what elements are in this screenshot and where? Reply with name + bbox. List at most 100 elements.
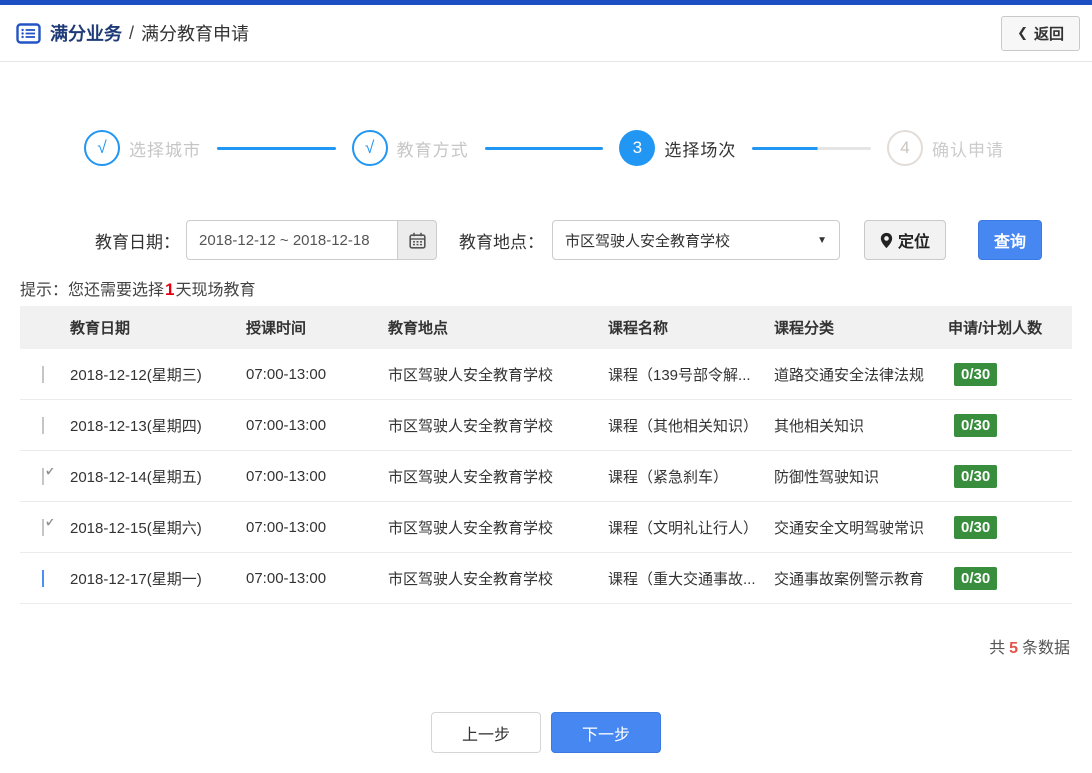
row-date: 2018-12-15(星期六) — [70, 519, 202, 537]
caret-down-icon: ▼ — [817, 234, 827, 246]
col-header-course: 课程名称 — [608, 320, 669, 337]
col-header-date: 教育日期 — [70, 320, 131, 337]
calendar-icon[interactable] — [397, 220, 437, 260]
col-header-location: 教育地点 — [388, 320, 449, 337]
row-date: 2018-12-13(星期四) — [70, 417, 202, 435]
step-3-label: 选择场次 — [664, 140, 737, 160]
previous-step-button[interactable]: 上一步 — [431, 712, 541, 753]
step-connector-2 — [484, 146, 604, 150]
row-date: 2018-12-17(星期一) — [70, 570, 202, 588]
row-category: 交通事故案例警示教育 — [774, 570, 925, 588]
row-category: 防御性驾驶知识 — [774, 468, 880, 486]
step-connector-1 — [217, 146, 336, 150]
col-header-category: 课程分类 — [774, 320, 835, 337]
stepper: √ 选择城市 √ 教育方式 3 选择场次 4 确认申请 — [84, 130, 1004, 166]
check-icon: ✓ — [44, 518, 59, 531]
hint-prefix: 提示：您还需要选择 — [20, 282, 165, 299]
table-header-row: 教育日期 授课时间 教育地点 课程名称 课程分类 申请/计划人数 — [20, 306, 1072, 349]
row-checkbox[interactable]: ✓ — [42, 518, 58, 536]
row-location: 市区驾驶人安全教育学校 — [388, 519, 554, 537]
row-location: 市区驾驶人安全教育学校 — [388, 570, 554, 588]
step-confirm-application: 4 确认申请 — [887, 130, 1004, 166]
row-category: 交通安全文明驾驶常识 — [774, 519, 925, 537]
hint-suffix: 天现场教育 — [175, 282, 256, 299]
step-4-circle: 4 — [887, 130, 924, 166]
table-row[interactable]: ✓ 2018-12-12(星期三) 07:00-13:00 市区驾驶人安全教育学… — [20, 349, 1072, 400]
capacity-badge: 0/30 — [954, 566, 998, 590]
back-button-label: 返回 — [1033, 25, 1064, 43]
table-row[interactable]: ✓ 2018-12-14(星期五) 07:00-13:00 市区驾驶人安全教育学… — [20, 451, 1072, 502]
table-row[interactable]: ✓ 2018-12-17(星期一) 07:00-13:00 市区驾驶人安全教育学… — [20, 553, 1072, 604]
locate-button[interactable]: 定位 — [864, 220, 947, 260]
record-count-prefix: 共 — [989, 640, 1006, 657]
col-header-time: 授课时间 — [246, 320, 307, 337]
row-location: 市区驾驶人安全教育学校 — [388, 366, 554, 384]
row-time: 07:00-13:00 — [246, 365, 327, 383]
step-1-circle: √ — [84, 130, 120, 166]
row-course: 课程（其他相关知识） — [608, 417, 759, 435]
step-4-label: 确认申请 — [932, 140, 1005, 160]
breadcrumb-separator: / — [129, 22, 135, 43]
date-range-group — [186, 220, 437, 260]
step-3-circle: 3 — [619, 130, 656, 166]
row-checkbox[interactable]: ✓ — [42, 569, 44, 587]
check-icon: ✓ — [44, 467, 59, 480]
education-location-label: 教育地点： — [459, 232, 544, 252]
row-location: 市区驾驶人安全教育学校 — [388, 417, 554, 435]
step-select-session: 3 选择场次 — [619, 130, 736, 166]
table-row[interactable]: ✓ 2018-12-15(星期六) 07:00-13:00 市区驾驶人安全教育学… — [20, 502, 1072, 553]
row-time: 07:00-13:00 — [246, 467, 327, 485]
header: 满分业务 / 满分教育申请 ❮ 返回 — [0, 5, 1092, 62]
education-date-label: 教育日期： — [95, 232, 180, 252]
breadcrumb-current: 满分教育申请 — [141, 24, 250, 44]
record-count-number: 5 — [1009, 640, 1018, 657]
step-connector-3 — [752, 146, 872, 150]
list-icon — [16, 22, 41, 44]
location-select[interactable]: 市区驾驶人安全教育学校 ▼ — [552, 220, 840, 260]
chevron-left-icon: ❮ — [1017, 25, 1028, 40]
record-count-suffix: 条数据 — [1021, 640, 1070, 657]
row-checkbox[interactable]: ✓ — [42, 416, 44, 434]
locate-button-label: 定位 — [898, 234, 931, 251]
hint-days-remaining: 1 — [165, 280, 175, 299]
step-2-circle: √ — [351, 130, 388, 166]
search-button[interactable]: 查询 — [978, 220, 1043, 260]
breadcrumb-root[interactable]: 满分业务 — [50, 20, 122, 46]
row-checkbox[interactable]: ✓ — [42, 467, 58, 485]
capacity-badge: 0/30 — [954, 413, 998, 437]
col-header-count: 申请/计划人数 — [948, 320, 1043, 337]
session-table: 教育日期 授课时间 教育地点 课程名称 课程分类 申请/计划人数 ✓ 2018-… — [20, 306, 1072, 604]
row-checkbox[interactable]: ✓ — [42, 365, 44, 383]
map-pin-icon — [880, 232, 893, 248]
capacity-badge: 0/30 — [954, 464, 998, 488]
step-2-label: 教育方式 — [396, 140, 469, 160]
row-time: 07:00-13:00 — [246, 569, 327, 587]
record-count: 共 5 条数据 — [0, 634, 1070, 658]
location-select-value: 市区驾驶人安全教育学校 — [565, 232, 731, 250]
row-category: 其他相关知识 — [774, 417, 865, 435]
row-course: 课程（139号部令解... — [608, 366, 751, 384]
table-row[interactable]: ✓ 2018-12-13(星期四) 07:00-13:00 市区驾驶人安全教育学… — [20, 400, 1072, 451]
row-time: 07:00-13:00 — [246, 416, 327, 434]
filter-bar: 教育日期： 教育地点： 市区驾驶人安全教育学校 — [95, 220, 1092, 260]
page: 满分业务 / 满分教育申请 ❮ 返回 √ 选择城市 √ 教育方式 3 选择场次 … — [0, 0, 1092, 773]
row-course: 课程（紧急刹车） — [608, 468, 729, 486]
step-1-label: 选择城市 — [129, 140, 201, 160]
row-date: 2018-12-12(星期三) — [70, 366, 202, 384]
row-course: 课程（文明礼让行人） — [608, 519, 759, 537]
step-select-city: √ 选择城市 — [84, 130, 201, 166]
capacity-badge: 0/30 — [954, 362, 998, 386]
hint-text: 提示：您还需要选择1天现场教育 — [20, 276, 1092, 299]
row-location: 市区驾驶人安全教育学校 — [388, 468, 554, 486]
next-step-button[interactable]: 下一步 — [551, 712, 661, 753]
wizard-actions: 上一步 下一步 — [0, 712, 1092, 753]
back-button[interactable]: ❮ 返回 — [1001, 15, 1080, 51]
date-range-input[interactable] — [186, 220, 398, 260]
row-course: 课程（重大交通事故... — [608, 570, 756, 588]
capacity-badge: 0/30 — [954, 515, 998, 539]
row-category: 道路交通安全法律法规 — [774, 366, 925, 384]
step-education-mode: √ 教育方式 — [351, 130, 469, 166]
breadcrumb: 满分业务 / 满分教育申请 — [16, 20, 249, 46]
row-time: 07:00-13:00 — [246, 518, 327, 536]
row-date: 2018-12-14(星期五) — [70, 468, 202, 486]
